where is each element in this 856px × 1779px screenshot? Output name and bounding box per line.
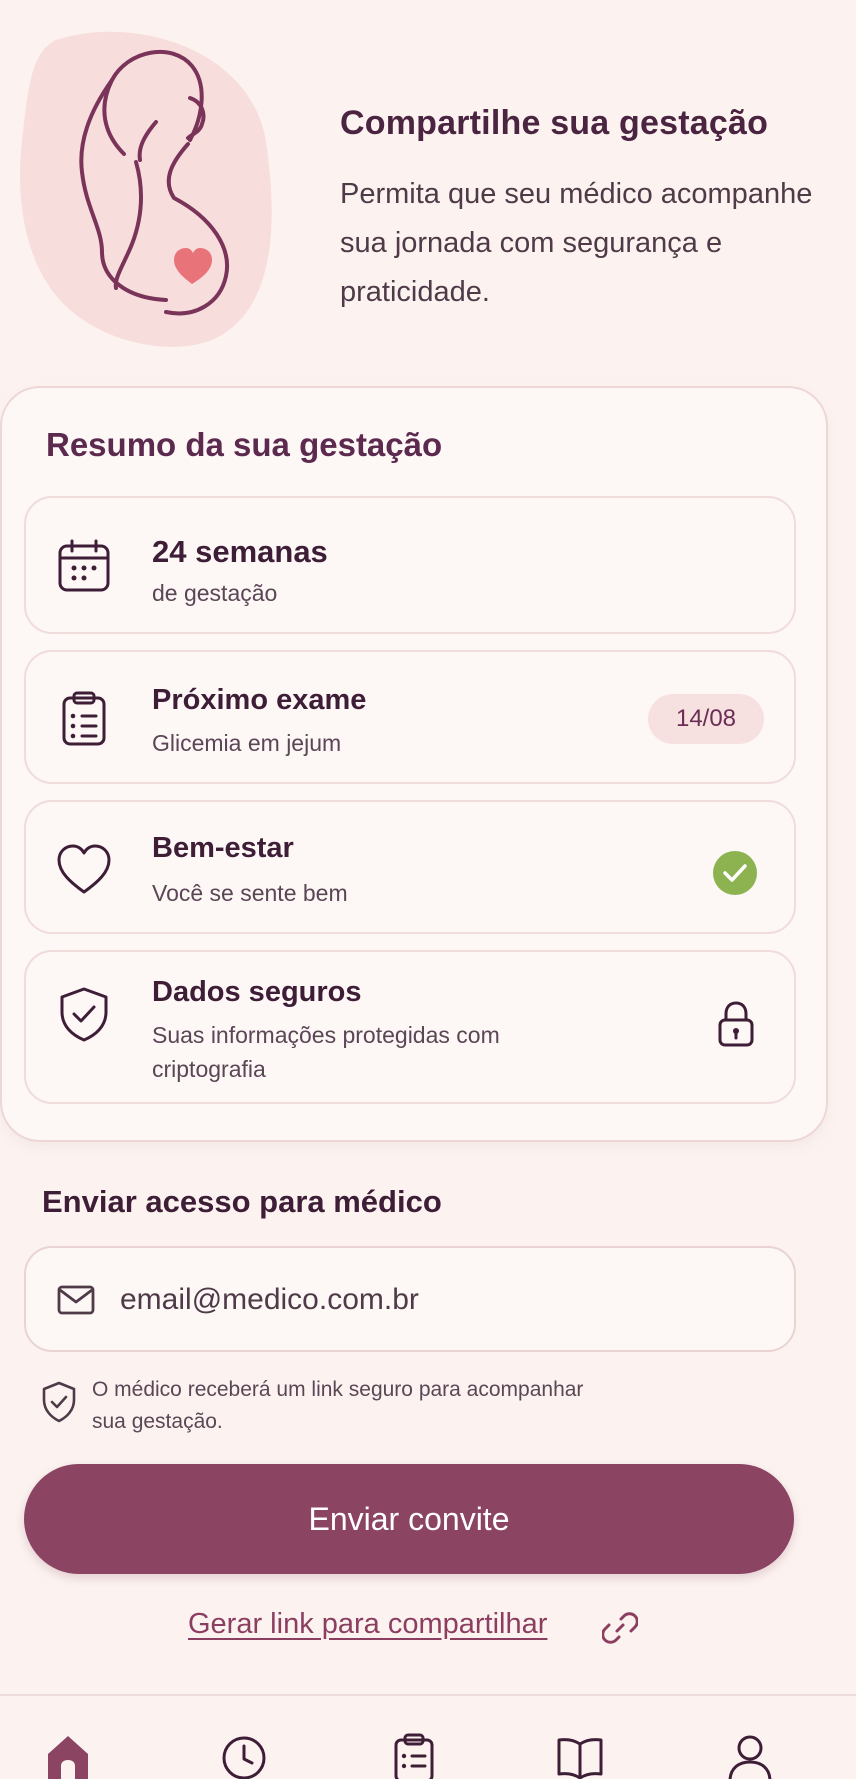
clock-icon[interactable] [220,1732,268,1779]
next-exam-title: Próximo exame [152,684,367,716]
secure-data-subtitle: Suas informações protegidas com criptogr… [152,1022,500,1082]
weeks-title: 24 semanas [152,534,328,569]
summary-title: Resumo da sua gestação [46,426,443,463]
bottom-navigation [0,1694,856,1779]
summary-item-weeks[interactable]: 24 semanas de gestação [24,496,796,634]
summary-item-secure-data[interactable]: Dados seguros Suas informações protegida… [24,950,796,1104]
hero-description: Permita que seu médico acompanhe sua jor… [340,178,813,308]
wellbeing-subtitle: Você se sente bem [152,880,348,906]
clipboard-icon [62,691,106,746]
doctor-email-field[interactable] [24,1246,796,1352]
wellbeing-title: Bem-estar [152,832,294,864]
secure-data-title: Dados seguros [152,976,362,1008]
calendar-icon [58,539,110,592]
summary-item-wellbeing[interactable]: Bem-estar Você se sente bem [24,800,796,934]
clipboard-icon[interactable] [390,1732,438,1779]
email-input[interactable] [120,1274,760,1326]
exam-date-badge: 14/08 [648,694,764,744]
hero-title: Compartilhe sua gestação [340,104,769,142]
send-access-title: Enviar acesso para médico [42,1184,442,1219]
send-invite-button[interactable]: Enviar convite [24,1464,794,1574]
link-icon[interactable] [602,1610,638,1646]
secure-link-hint: O médico receberá um link seguro para ac… [92,1378,584,1433]
weeks-subtitle: de gestação [152,580,278,606]
heart-icon [57,844,111,894]
mail-icon [57,1285,95,1315]
home-icon[interactable] [44,1732,92,1779]
book-icon[interactable] [556,1732,604,1779]
shield-check-icon [60,987,108,1042]
pregnant-woman-illustration [19,31,272,347]
generate-share-link[interactable]: Gerar link para compartilhar [188,1608,547,1641]
next-exam-subtitle: Glicemia em jejum [152,730,342,756]
profile-icon[interactable] [726,1732,774,1779]
check-icon [713,851,757,895]
shield-check-icon [42,1381,76,1423]
lock-icon [718,1001,754,1047]
summary-item-next-exam[interactable]: Próximo exame Glicemia em jejum 14/08 [24,650,796,784]
share-pregnancy-screen: Compartilhe sua gestação Permita que seu… [0,0,856,1779]
